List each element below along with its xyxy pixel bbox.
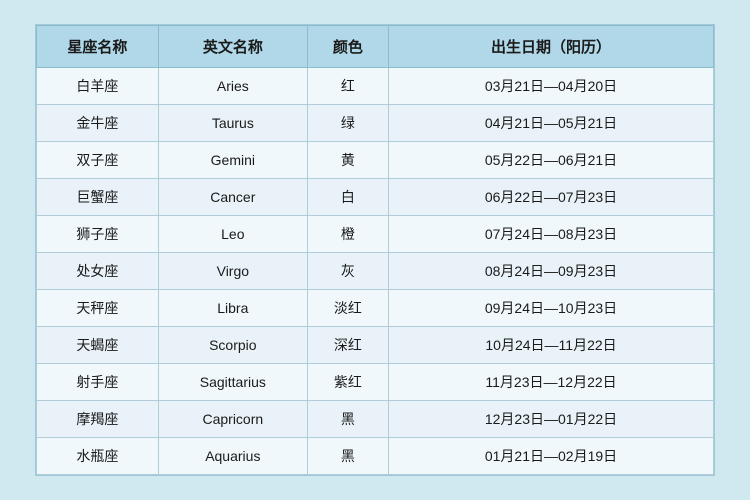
cell-english: Libra (158, 290, 307, 327)
cell-color: 紫红 (307, 364, 388, 401)
cell-color: 黑 (307, 438, 388, 475)
table-header-row: 星座名称 英文名称 颜色 出生日期（阳历） (37, 26, 714, 68)
cell-date: 04月21日—05月21日 (389, 105, 714, 142)
cell-chinese: 天蝎座 (37, 327, 159, 364)
cell-date: 01月21日—02月19日 (389, 438, 714, 475)
cell-english: Aries (158, 68, 307, 105)
table-row: 巨蟹座Cancer白06月22日—07月23日 (37, 179, 714, 216)
zodiac-table: 星座名称 英文名称 颜色 出生日期（阳历） 白羊座Aries红03月21日—04… (36, 25, 714, 475)
cell-date: 11月23日—12月22日 (389, 364, 714, 401)
cell-english: Capricorn (158, 401, 307, 438)
cell-date: 08月24日—09月23日 (389, 253, 714, 290)
cell-color: 红 (307, 68, 388, 105)
table-body: 白羊座Aries红03月21日—04月20日金牛座Taurus绿04月21日—0… (37, 68, 714, 475)
table-row: 射手座Sagittarius紫红11月23日—12月22日 (37, 364, 714, 401)
cell-color: 白 (307, 179, 388, 216)
cell-color: 绿 (307, 105, 388, 142)
table-row: 天秤座Libra淡红09月24日—10月23日 (37, 290, 714, 327)
header-color: 颜色 (307, 26, 388, 68)
cell-english: Virgo (158, 253, 307, 290)
table-row: 天蝎座Scorpio深红10月24日—11月22日 (37, 327, 714, 364)
cell-english: Gemini (158, 142, 307, 179)
cell-english: Sagittarius (158, 364, 307, 401)
cell-color: 灰 (307, 253, 388, 290)
table-row: 白羊座Aries红03月21日—04月20日 (37, 68, 714, 105)
cell-date: 06月22日—07月23日 (389, 179, 714, 216)
cell-date: 07月24日—08月23日 (389, 216, 714, 253)
cell-chinese: 巨蟹座 (37, 179, 159, 216)
cell-chinese: 水瓶座 (37, 438, 159, 475)
header-english: 英文名称 (158, 26, 307, 68)
header-chinese: 星座名称 (37, 26, 159, 68)
cell-english: Leo (158, 216, 307, 253)
cell-date: 03月21日—04月20日 (389, 68, 714, 105)
cell-chinese: 金牛座 (37, 105, 159, 142)
cell-chinese: 狮子座 (37, 216, 159, 253)
header-date: 出生日期（阳历） (389, 26, 714, 68)
cell-chinese: 处女座 (37, 253, 159, 290)
cell-color: 黑 (307, 401, 388, 438)
table-row: 金牛座Taurus绿04月21日—05月21日 (37, 105, 714, 142)
cell-english: Cancer (158, 179, 307, 216)
cell-chinese: 天秤座 (37, 290, 159, 327)
cell-date: 12月23日—01月22日 (389, 401, 714, 438)
cell-color: 橙 (307, 216, 388, 253)
cell-color: 淡红 (307, 290, 388, 327)
cell-date: 10月24日—11月22日 (389, 327, 714, 364)
cell-english: Aquarius (158, 438, 307, 475)
cell-date: 05月22日—06月21日 (389, 142, 714, 179)
cell-chinese: 双子座 (37, 142, 159, 179)
cell-english: Scorpio (158, 327, 307, 364)
table-row: 狮子座Leo橙07月24日—08月23日 (37, 216, 714, 253)
table-row: 水瓶座Aquarius黑01月21日—02月19日 (37, 438, 714, 475)
cell-color: 黄 (307, 142, 388, 179)
table-row: 摩羯座Capricorn黑12月23日—01月22日 (37, 401, 714, 438)
cell-english: Taurus (158, 105, 307, 142)
table-row: 双子座Gemini黄05月22日—06月21日 (37, 142, 714, 179)
cell-chinese: 摩羯座 (37, 401, 159, 438)
cell-date: 09月24日—10月23日 (389, 290, 714, 327)
cell-chinese: 白羊座 (37, 68, 159, 105)
cell-chinese: 射手座 (37, 364, 159, 401)
zodiac-table-container: 星座名称 英文名称 颜色 出生日期（阳历） 白羊座Aries红03月21日—04… (35, 24, 715, 476)
table-row: 处女座Virgo灰08月24日—09月23日 (37, 253, 714, 290)
cell-color: 深红 (307, 327, 388, 364)
